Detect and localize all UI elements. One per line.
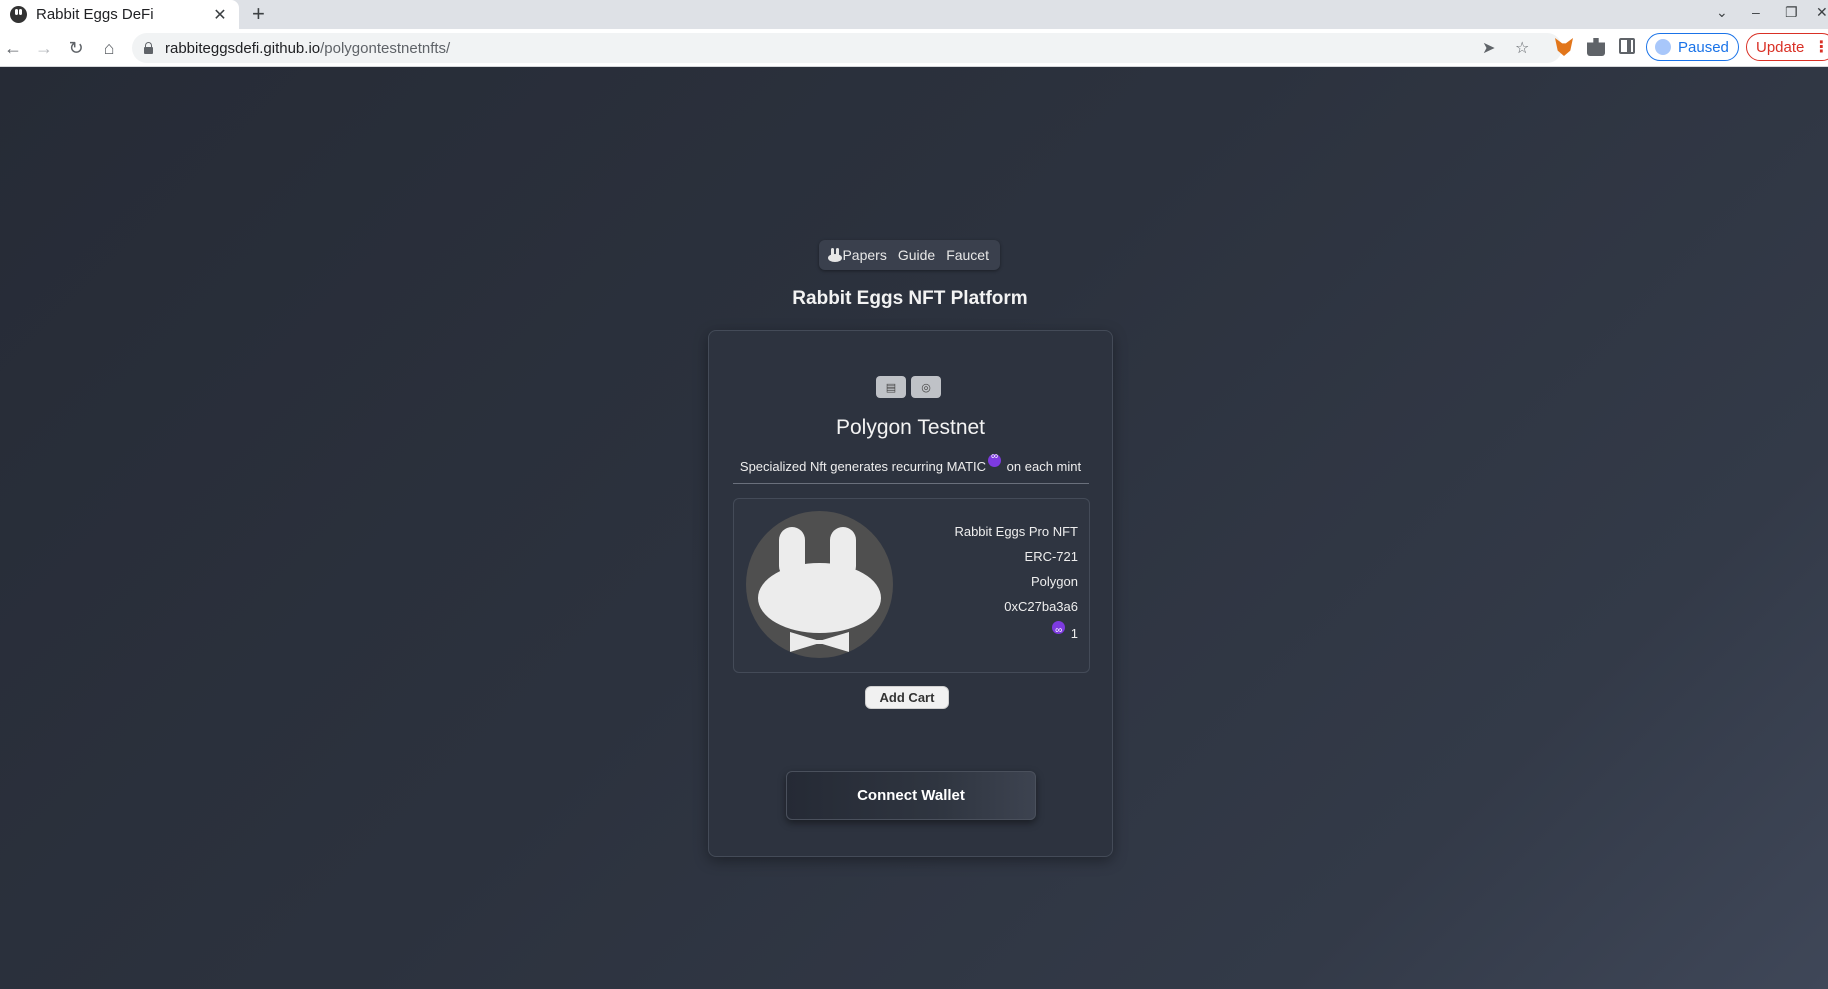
profile-avatar bbox=[1655, 39, 1671, 55]
settings-icon[interactable]: ◎ bbox=[911, 376, 941, 398]
document-icon[interactable]: ▤ bbox=[876, 376, 906, 398]
profile-paused-button[interactable]: Paused bbox=[1646, 33, 1739, 61]
nav-link-papers[interactable]: Papers bbox=[842, 247, 886, 263]
page-body: Papers Guide Faucet Rabbit Eggs NFT Plat… bbox=[0, 67, 1828, 989]
nft-details: Rabbit Eggs Pro NFT ERC-721 Polygon 0xC2… bbox=[954, 519, 1078, 646]
add-cart-button[interactable]: Add Cart bbox=[865, 686, 949, 709]
card-subtitle: Specialized Nft generates recurring MATI… bbox=[709, 451, 1112, 474]
lock-icon[interactable] bbox=[144, 41, 153, 54]
matic-icon bbox=[988, 451, 1002, 467]
side-panel-icon[interactable] bbox=[1619, 38, 1635, 54]
network-title: Polygon Testnet bbox=[835, 416, 986, 439]
matic-icon bbox=[1052, 618, 1066, 643]
address-bar[interactable]: rabbiteggsdefi.github.io/polygontestnetn… bbox=[132, 33, 1562, 63]
favicon-icon bbox=[10, 6, 27, 23]
nft-address: 0xC27ba3a6 bbox=[1004, 599, 1078, 614]
nft-name: Rabbit Eggs Pro NFT bbox=[954, 524, 1078, 539]
subtitle-text: Specialized Nft generates recurring MATI… bbox=[739, 459, 987, 474]
url-path: /polygontestnetnfts/ bbox=[320, 39, 451, 57]
nft-standard: ERC-721 bbox=[1024, 549, 1078, 564]
tab-close-icon[interactable]: ✕ bbox=[209, 5, 231, 25]
nav-link-guide[interactable]: Guide bbox=[898, 247, 935, 263]
top-nav: Papers Guide Faucet bbox=[819, 240, 1000, 270]
forward-icon[interactable]: → bbox=[31, 35, 57, 61]
more-icon[interactable]: ⋮ bbox=[1813, 37, 1828, 57]
nav-link-faucet[interactable]: Faucet bbox=[946, 247, 989, 263]
new-tab-button[interactable]: + bbox=[252, 2, 265, 26]
page-title: Rabbit Eggs NFT Platform bbox=[792, 288, 1028, 309]
connect-wallet-button[interactable]: Connect Wallet bbox=[786, 771, 1036, 820]
home-icon[interactable]: ⌂ bbox=[96, 35, 122, 61]
back-icon[interactable]: ← bbox=[0, 35, 26, 61]
browser-tab[interactable]: Rabbit Eggs DeFi ✕ bbox=[0, 0, 239, 29]
nft-chain: Polygon bbox=[1031, 574, 1078, 589]
update-label: Update bbox=[1756, 38, 1805, 56]
extensions-icon[interactable] bbox=[1587, 38, 1605, 56]
tab-search-icon[interactable]: ⌄ bbox=[1716, 4, 1728, 21]
tab-strip: Rabbit Eggs DeFi ✕ + ⌄ – ❐ ✕ bbox=[0, 0, 1828, 29]
url-host: rabbiteggsdefi.github.io bbox=[165, 39, 321, 57]
star-icon[interactable]: ☆ bbox=[1515, 38, 1529, 58]
nft-item: Rabbit Eggs Pro NFT ERC-721 Polygon 0xC2… bbox=[733, 498, 1090, 673]
update-button[interactable]: Update ⋮ bbox=[1746, 33, 1828, 61]
restore-icon[interactable]: ❐ bbox=[1785, 4, 1798, 21]
reload-icon[interactable]: ↻ bbox=[63, 35, 89, 61]
rabbit-logo-icon[interactable] bbox=[827, 248, 842, 262]
tab-title: Rabbit Eggs DeFi bbox=[36, 6, 154, 23]
profile-status: Paused bbox=[1678, 38, 1729, 56]
nft-price: 1 bbox=[954, 618, 1078, 646]
browser-toolbar: ← → ↻ ⌂ rabbiteggsdefi.github.io/polygon… bbox=[0, 29, 1828, 67]
nft-price-value: 1 bbox=[1070, 626, 1078, 641]
close-window-icon[interactable]: ✕ bbox=[1816, 4, 1828, 21]
minimize-icon[interactable]: – bbox=[1752, 4, 1760, 20]
divider bbox=[733, 483, 1089, 484]
nft-image bbox=[746, 511, 893, 658]
send-icon[interactable]: ➤ bbox=[1482, 38, 1495, 58]
subtitle-text-end: on each mint bbox=[1003, 459, 1082, 474]
mint-card: ▤ ◎ Polygon Testnet Specialized Nft gene… bbox=[708, 330, 1113, 857]
